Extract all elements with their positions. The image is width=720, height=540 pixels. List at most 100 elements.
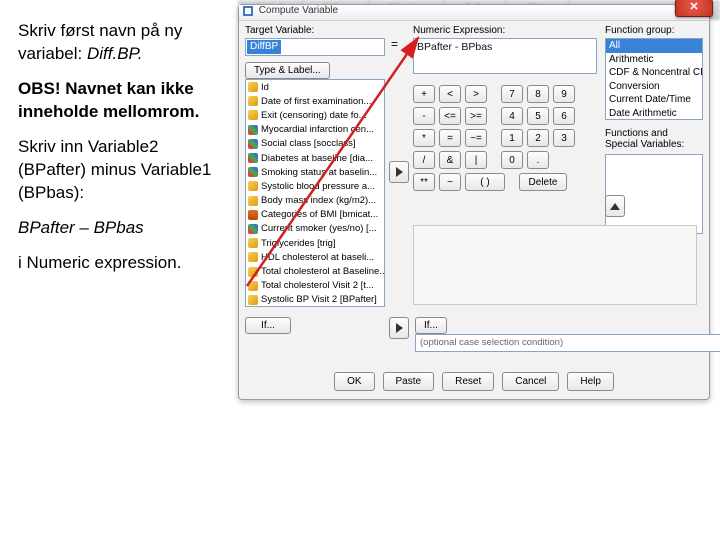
if-condition-row: If... (optional case selection condition… [415, 317, 703, 352]
variable-label: Social class [socclass] [261, 138, 356, 149]
reset-button[interactable]: Reset [442, 372, 494, 391]
arrow-up-icon [610, 203, 620, 210]
scale-measure-icon [248, 238, 258, 248]
function-description-box [413, 225, 697, 305]
function-group-item[interactable]: Conversion [606, 80, 702, 94]
if-placeholder-text: (optional case selection condition) [420, 337, 563, 348]
if-condition-input[interactable]: (optional case selection condition) [415, 334, 720, 352]
move-to-expression-button[interactable] [389, 161, 409, 183]
variable-list-item[interactable]: Smoking status at baselin... [246, 165, 384, 179]
variable-list-item[interactable]: Systolic blood pressure a... [246, 179, 384, 193]
keypad--button[interactable]: = [439, 129, 461, 147]
target-variable-input[interactable]: DiffBP [245, 38, 385, 56]
variable-list-item[interactable]: Current smoker (yes/no) [... [246, 222, 384, 236]
variable-label: Date of first examination... [261, 96, 371, 107]
nominal-measure-icon [248, 224, 258, 234]
text-italic: Diff.BP. [87, 44, 142, 63]
variable-list-item[interactable]: Exit (censoring) date fo... [246, 108, 384, 122]
expression-text: BPafter - BPbas [417, 41, 492, 53]
keypad--button[interactable]: & [439, 151, 461, 169]
keypad--button[interactable]: . [527, 151, 549, 169]
ok-button[interactable]: OK [334, 372, 374, 391]
keypad--button[interactable]: + [413, 85, 435, 103]
function-group-list[interactable]: AllArithmeticCDF & Noncentral CDFConvers… [605, 38, 703, 120]
numeric-expression-input[interactable]: BPafter - BPbas [413, 38, 597, 74]
keypad-4-button[interactable]: 4 [501, 107, 523, 125]
keypad-3-button[interactable]: 3 [553, 129, 575, 147]
variable-list-item[interactable]: Triglycerides [trig] [246, 236, 384, 250]
equals-sign: = [391, 37, 398, 51]
function-group-item[interactable]: Current Date/Time [606, 93, 702, 107]
variable-list-item[interactable]: Date of first examination... [246, 94, 384, 108]
nominal-measure-icon [248, 167, 258, 177]
instruction-line-5: i Numeric expression. [18, 252, 228, 275]
scale-measure-icon [248, 110, 258, 120]
keypad-7-button[interactable]: 7 [501, 85, 523, 103]
variable-label: HDL cholesterol at baseli... [261, 252, 374, 263]
keypad--button[interactable]: > [465, 85, 487, 103]
help-button[interactable]: Help [567, 372, 614, 391]
keypad--button[interactable]: <= [439, 107, 461, 125]
variable-list-item[interactable]: Categories of BMI [bmicat... [246, 208, 384, 222]
insert-function-button[interactable] [605, 195, 625, 217]
functions-special-list[interactable] [605, 154, 703, 234]
variable-list-item[interactable]: Total cholesterol at Baseline... [246, 264, 384, 278]
nominal-measure-icon [248, 125, 258, 135]
keypad--button[interactable]: ( ) [465, 173, 505, 191]
function-group-item[interactable]: Arithmetic [606, 53, 702, 67]
scale-measure-icon [248, 82, 258, 92]
scale-measure-icon [248, 196, 258, 206]
keypad--button[interactable]: >= [465, 107, 487, 125]
instruction-line-4: BPafter – BPbas [18, 217, 228, 240]
keypad--button[interactable]: ** [413, 173, 435, 191]
keypad-5-button[interactable]: 5 [527, 107, 549, 125]
if-button-left[interactable]: If... [245, 317, 291, 334]
variable-label: Systolic BP Visit 2 [BPafter] [261, 294, 377, 305]
variable-list-item[interactable]: Body mass index (kg/m2)... [246, 194, 384, 208]
keypad--button[interactable]: < [439, 85, 461, 103]
keypad-1-button[interactable]: 1 [501, 129, 523, 147]
type-and-label-button[interactable]: Type & Label... [245, 62, 330, 79]
scale-measure-icon [248, 181, 258, 191]
titlebar: Compute Variable ✕ [239, 5, 709, 21]
variable-list-item[interactable]: Total cholesterol Visit 2 [t... [246, 279, 384, 293]
keypad-Delete-button[interactable]: Delete [519, 173, 567, 191]
variable-list-item[interactable]: Id [246, 80, 384, 94]
keypad--button[interactable]: | [465, 151, 487, 169]
keypad-9-button[interactable]: 9 [553, 85, 575, 103]
function-group-item[interactable]: Date Arithmetic [606, 107, 702, 121]
keypad--button[interactable]: / [413, 151, 435, 169]
keypad--button[interactable]: ~= [465, 129, 487, 147]
variable-list-item[interactable]: Myocardial infarction cen... [246, 123, 384, 137]
keypad-8-button[interactable]: 8 [527, 85, 549, 103]
keypad--button[interactable]: * [413, 129, 435, 147]
keypad-0-button[interactable]: 0 [501, 151, 523, 169]
variable-list-item[interactable]: Diabetes at baseline [dia... [246, 151, 384, 165]
move-to-if-button[interactable] [389, 317, 409, 339]
variable-label: Current smoker (yes/no) [... [261, 223, 377, 234]
keypad--button[interactable]: - [413, 107, 435, 125]
variable-list-item[interactable]: HDL cholesterol at baseli... [246, 250, 384, 264]
function-group-item[interactable]: CDF & Noncentral CDF [606, 66, 702, 80]
keypad--button[interactable]: ~ [439, 173, 461, 191]
variable-label: Categories of BMI [bmicat... [261, 209, 378, 220]
numeric-expression-label: Numeric Expression: [413, 25, 599, 36]
variable-label: Exit (censoring) date fo... [261, 110, 367, 121]
arrow-right-icon [396, 167, 403, 177]
cancel-button[interactable]: Cancel [502, 372, 559, 391]
dialog-button-row: OK Paste Reset Cancel Help [239, 372, 709, 391]
close-button[interactable]: ✕ [675, 0, 713, 17]
variable-list[interactable]: Id Date of first examination... Exit (cens… [245, 79, 385, 307]
if-button[interactable]: If... [415, 317, 447, 334]
variable-label: Systolic blood pressure a... [261, 181, 375, 192]
keypad-6-button[interactable]: 6 [553, 107, 575, 125]
variable-label: Diabetes at baseline [dia... [261, 153, 373, 164]
ordinal-measure-icon [248, 210, 258, 220]
variable-list-item[interactable]: Social class [socclass] [246, 137, 384, 151]
keypad-2-button[interactable]: 2 [527, 129, 549, 147]
nominal-measure-icon [248, 139, 258, 149]
scale-measure-icon [248, 96, 258, 106]
function-group-item[interactable]: All [606, 39, 702, 53]
variable-list-item[interactable]: Systolic BP Visit 2 [BPafter] [246, 293, 384, 307]
paste-button[interactable]: Paste [383, 372, 435, 391]
